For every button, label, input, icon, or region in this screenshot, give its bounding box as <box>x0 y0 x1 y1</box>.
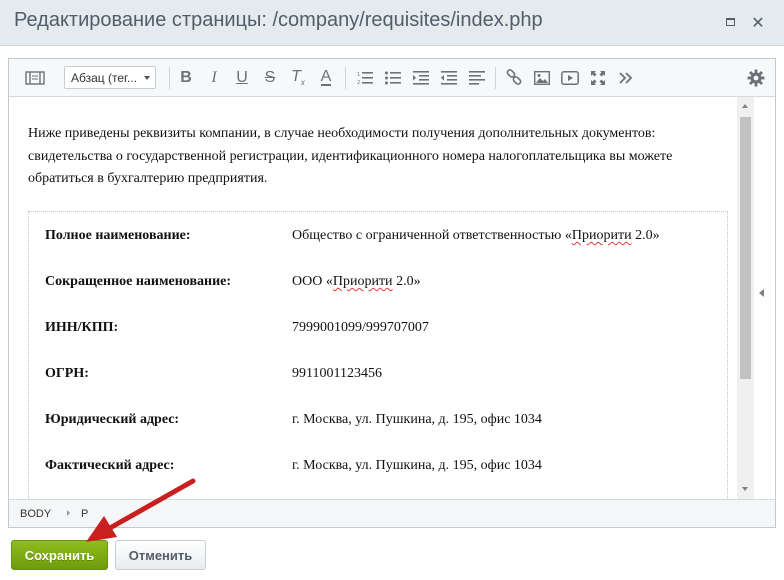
unordered-list-icon[interactable] <box>383 68 403 88</box>
side-panel-toggle-icon[interactable] <box>759 289 764 297</box>
element-path-bar: BODY P <box>9 499 775 527</box>
row-value: Общество с ограниченной ответственностью… <box>292 228 660 243</box>
block-format-select[interactable]: Абзац (тег... <box>64 66 156 89</box>
cancel-button[interactable]: Отменить <box>115 540 206 570</box>
window-title: Редактирование страницы: /company/requis… <box>14 9 543 31</box>
italic-icon[interactable]: I <box>204 68 224 88</box>
row-value: г. Москва, ул. Пушкина, д. 195, офис 103… <box>292 412 542 427</box>
fullscreen-icon[interactable] <box>588 68 608 88</box>
scrollbar-thumb[interactable] <box>740 117 751 379</box>
row-value: 9911001123456 <box>292 366 382 381</box>
row-label: Полное наименование: <box>45 228 191 243</box>
editor-toolbar: Абзац (тег... B I U S Tx A 12 <box>9 59 775 97</box>
row-label: ИНН/КПП: <box>45 320 119 335</box>
scroll-up-icon[interactable] <box>742 104 748 108</box>
save-button[interactable]: Сохранить <box>11 540 108 570</box>
svg-text:1: 1 <box>357 72 360 78</box>
path-separator-icon <box>67 510 70 516</box>
bold-icon[interactable]: B <box>176 68 196 88</box>
html-editor: Абзац (тег... B I U S Tx A 12 Ниже приве… <box>8 58 776 528</box>
video-icon[interactable] <box>560 68 580 88</box>
window-title-bar: Редактирование страницы: /company/requis… <box>0 0 784 46</box>
ordered-list-icon[interactable]: 12 <box>355 68 375 88</box>
strikethrough-icon[interactable]: S <box>260 68 280 88</box>
svg-text:2: 2 <box>357 80 360 85</box>
row-value: г. Москва, ул. Пушкина, д. 195, офис 103… <box>292 458 542 473</box>
block-format-value: Абзац (тег... <box>71 71 137 85</box>
chevron-down-icon <box>144 76 150 80</box>
toolbar-divider <box>345 67 346 89</box>
requisites-table: Полное наименование: Общество с ограниче… <box>28 211 728 499</box>
more-icon[interactable] <box>616 68 636 88</box>
outdent-icon[interactable] <box>439 68 459 88</box>
vertical-scrollbar[interactable] <box>737 97 754 499</box>
path-item-p[interactable]: P <box>81 508 88 520</box>
align-icon[interactable] <box>467 68 487 88</box>
settings-icon[interactable] <box>746 68 766 88</box>
underline-icon[interactable]: U <box>232 68 252 88</box>
row-label: Фактический адрес: <box>45 458 175 473</box>
row-label: Сокращенное наименование: <box>45 274 232 289</box>
row-value: 7999001099/999707007 <box>292 320 429 335</box>
source-view-icon[interactable] <box>25 68 45 88</box>
image-icon[interactable] <box>532 68 552 88</box>
link-icon[interactable] <box>504 68 524 88</box>
row-label: Юридический адрес: <box>45 412 180 427</box>
close-icon[interactable]: ✕ <box>750 13 766 32</box>
intro-paragraph: Ниже приведены реквизиты компании, в слу… <box>28 126 673 186</box>
toolbar-divider <box>169 67 170 89</box>
maximize-icon[interactable] <box>722 14 738 30</box>
scroll-down-icon[interactable] <box>742 487 748 491</box>
row-value: ООО «Приорити 2.0» <box>292 274 421 289</box>
toolbar-divider <box>495 67 496 89</box>
row-label: ОГРН: <box>45 366 89 381</box>
indent-icon[interactable] <box>411 68 431 88</box>
path-item-body[interactable]: BODY <box>20 508 51 520</box>
editor-content[interactable]: Ниже приведены реквизиты компании, в слу… <box>9 97 775 499</box>
font-color-icon[interactable]: A <box>316 68 336 88</box>
remove-format-icon[interactable]: Tx <box>288 68 308 88</box>
